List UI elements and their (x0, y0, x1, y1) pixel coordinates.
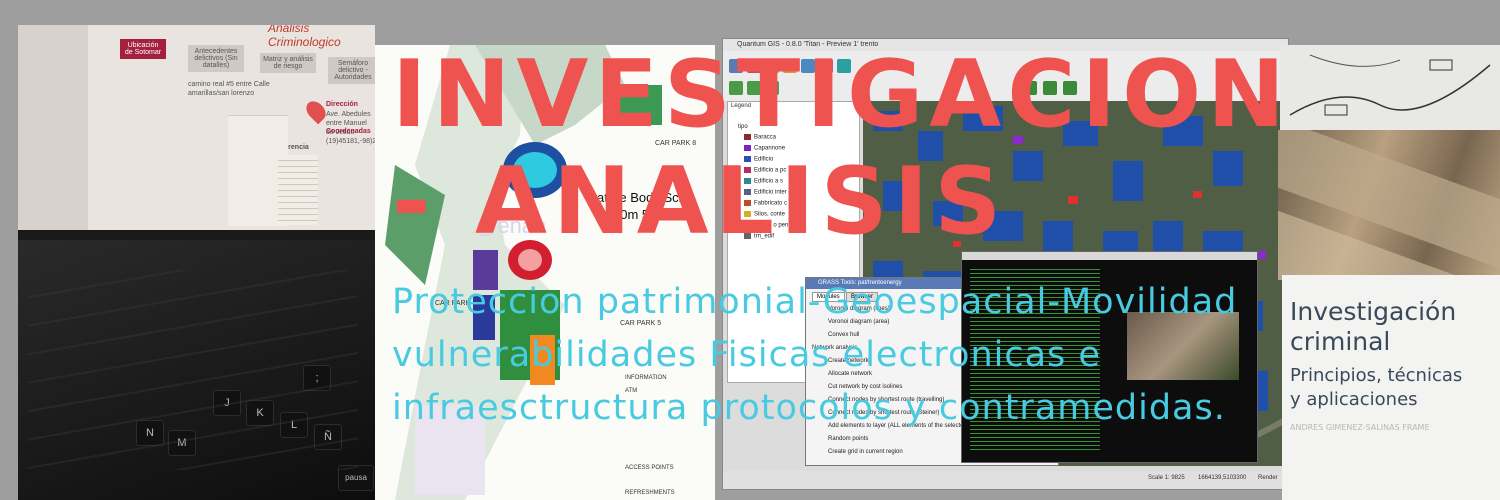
book-cover: Investigación criminal Principios, técni… (1282, 275, 1500, 500)
scale-readout: Scale 1: 9825 (1148, 475, 1185, 481)
coordenadas-value: (19)45181,-98)29757... (326, 138, 375, 145)
book-title-line2: criminal (1290, 327, 1391, 356)
map-legend-item: INFORMATION (625, 375, 667, 381)
subtitle-line: infraesctructura protocolos y contramedi… (392, 388, 1226, 428)
direccion-label: Dirección (326, 101, 358, 108)
laptop-keyboard: J K L Ñ M N ; pausa (18, 240, 375, 500)
flow-step: Ubicación de Sotomar (120, 39, 166, 59)
laptop-screen: Analisis Criminologico Ubicación de Soto… (18, 25, 375, 230)
book-subtitle-line2: y aplicaciones (1290, 389, 1418, 410)
headline-line1: INVESTIGACION (392, 40, 1292, 148)
map-legend-item: ACCESS POINTS (625, 465, 674, 471)
status-bar: Scale 1: 9825 1664139,5103300 Render (723, 471, 1288, 489)
laptop-photo: Analisis Criminologico Ubicación de Soto… (18, 25, 375, 500)
subtitle-line: vulnerabilidades Fisicas electronicas e (392, 335, 1101, 375)
sketch-map-image (1280, 45, 1500, 130)
screen-title: Analisis Criminologico (268, 25, 341, 49)
coordenadas-label: Coordenadas (326, 128, 371, 135)
video-feed-image (1127, 312, 1239, 380)
coordinate-readout: 1664139,5103300 (1198, 475, 1247, 481)
render-checkbox-label[interactable]: Render (1258, 475, 1278, 481)
map-legend-item: REFRESHMENTS (625, 490, 675, 496)
flow-step: Semáforo delictivo - Autoridades (328, 57, 375, 84)
address-text: camino real #5 entre Calle amarillas/san… (188, 81, 270, 97)
grass-module-item[interactable]: Random points (828, 436, 868, 442)
grass-module-item[interactable]: Create grid in current region (828, 449, 903, 455)
flow-step: Antecedentes delictivos (Sin datalles) (188, 45, 244, 72)
old-maps-image (1278, 130, 1500, 280)
subtitle-line: Proteccion patrimonial-Geoespacial-Movil… (392, 282, 1238, 322)
book-subtitle-line1: Principios, técnicas (1290, 365, 1463, 386)
book-title-line1: Investigación (1290, 297, 1457, 326)
book-author: ANDRES GIMENEZ-SALINAS FRAME (1290, 423, 1430, 432)
flow-step: Matriz y análisis de riesgo (260, 53, 316, 73)
headline-line2: - ANALISIS (392, 147, 1008, 255)
